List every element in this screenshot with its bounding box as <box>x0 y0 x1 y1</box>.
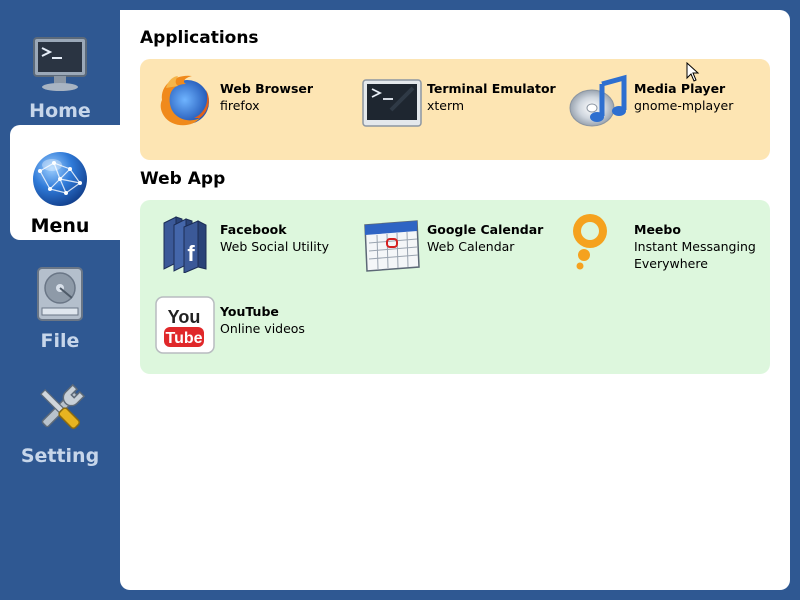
app-facebook[interactable]: f Facebook Web Social Utility <box>154 211 329 273</box>
media-player-icon <box>569 74 627 127</box>
app-youtube[interactable]: You Tube YouTube Online videos <box>154 293 305 355</box>
app-google-calendar[interactable]: Google Calendar Web Calendar <box>361 211 543 273</box>
sidebar-item-setting[interactable]: Setting <box>0 355 120 470</box>
sidebar-item-menu[interactable]: Menu <box>10 125 120 240</box>
facebook-icon: f <box>163 216 207 273</box>
app-desc: firefox <box>220 98 260 113</box>
app-meebo[interactable]: Meebo Instant Messanging Everywhere <box>568 211 756 273</box>
svg-text:You: You <box>168 307 201 327</box>
youtube-icon: You Tube <box>155 296 215 354</box>
app-terminal-emulator[interactable]: Terminal Emulator xterm <box>361 70 556 132</box>
app-name: Meebo <box>634 222 681 237</box>
sidebar-item-label: Menu <box>30 215 90 237</box>
webapp-panel: f Facebook Web Social Utility Google Cal… <box>140 200 770 374</box>
app-web-browser[interactable]: Web Browser firefox <box>154 70 313 132</box>
app-desc: Instant Messanging <box>634 239 756 254</box>
app-name: Google Calendar <box>427 222 544 237</box>
webapp-section-title: Web App <box>140 169 226 189</box>
app-name: Facebook <box>220 222 287 237</box>
app-media-player[interactable]: Media Player gnome-mplayer <box>568 70 733 132</box>
svg-text:f: f <box>187 241 195 266</box>
meebo-icon <box>573 214 607 270</box>
sidebar-item-label: Home <box>29 100 91 122</box>
globe-icon <box>33 152 87 206</box>
tools-icon <box>40 383 86 430</box>
sidebar-item-file[interactable]: File <box>0 240 120 355</box>
sidebar: Home Menu File Setting <box>0 0 120 600</box>
applications-panel: Web Browser firefox Terminal Emulator xt… <box>140 59 770 160</box>
app-desc: Web Social Utility <box>220 239 330 254</box>
sidebar-item-label: File <box>40 330 80 352</box>
main-panel: Applications Web Browser firefox Termina… <box>120 10 790 590</box>
app-desc: xterm <box>427 98 465 113</box>
app-desc-line2: Everywhere <box>634 256 708 271</box>
svg-text:Tube: Tube <box>165 330 202 347</box>
app-desc: Web Calendar <box>427 239 515 254</box>
app-desc: Online videos <box>220 321 305 336</box>
app-name: YouTube <box>220 304 279 319</box>
app-name: Web Browser <box>220 81 314 96</box>
firefox-icon <box>160 75 209 126</box>
mouse-cursor-icon <box>686 62 700 82</box>
applications-section-title: Applications <box>140 28 259 48</box>
terminal-icon <box>362 79 422 127</box>
sidebar-item-home[interactable]: Home <box>0 10 120 125</box>
monitor-icon <box>33 37 87 91</box>
app-name: Terminal Emulator <box>427 81 556 96</box>
hard-drive-icon <box>37 267 83 321</box>
sidebar-item-label: Setting <box>20 445 100 467</box>
calendar-icon <box>364 220 420 272</box>
app-desc: gnome-mplayer <box>634 98 734 113</box>
app-name: Media Player <box>634 81 726 96</box>
